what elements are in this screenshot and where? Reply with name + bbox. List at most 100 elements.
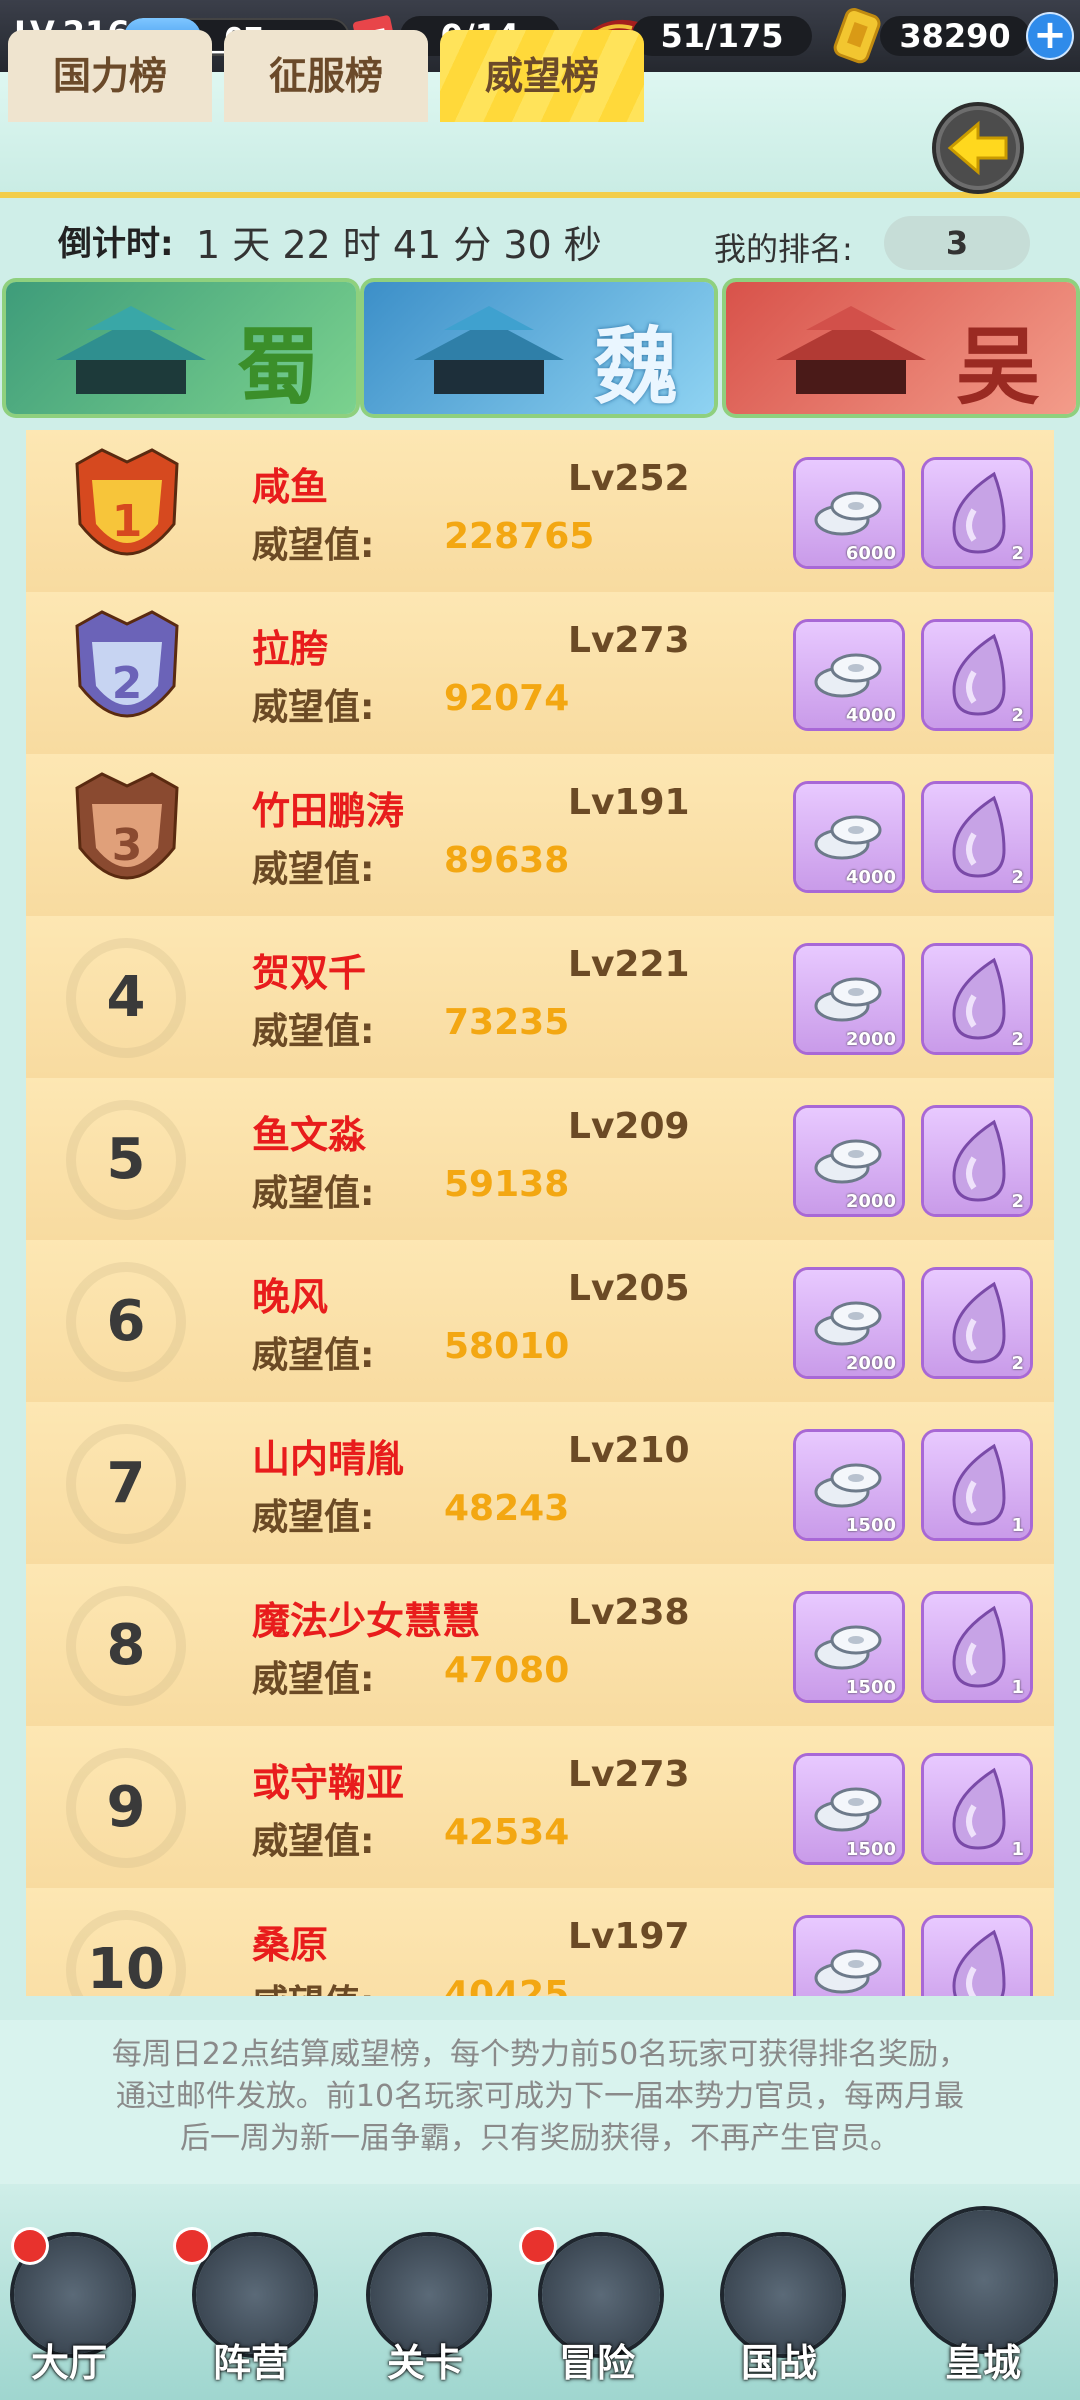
player-name[interactable]: 山内晴胤 bbox=[252, 1428, 404, 1483]
leaderboard-row[interactable]: 9 或守鞠亚 Lv273 威望值: 42534 1500 1 bbox=[26, 1726, 1054, 1890]
reward-essence[interactable]: 2 bbox=[924, 784, 1030, 890]
reward-essence-count: 1 bbox=[1011, 1677, 1024, 1698]
reward-silver[interactable]: 2000 bbox=[796, 1108, 902, 1214]
arrow-left-icon bbox=[947, 120, 1008, 176]
leaderboard-row[interactable]: 8 魔法少女慧慧 Lv238 威望值: 47080 1500 1 bbox=[26, 1564, 1054, 1728]
player-name[interactable]: 贺双千 bbox=[252, 942, 366, 997]
leaderboard-row[interactable]: 7 山内晴胤 Lv210 威望值: 48243 1500 1 bbox=[26, 1402, 1054, 1566]
player-name[interactable]: 魔法少女慧慧 bbox=[252, 1590, 480, 1645]
tab-national-power[interactable]: 国力榜 bbox=[8, 30, 212, 122]
prestige-label: 威望值: bbox=[252, 687, 375, 728]
player-level: Lv191 bbox=[568, 782, 690, 823]
nav-stage[interactable]: 关卡 bbox=[350, 2236, 500, 2400]
leaderboard-list[interactable]: 1 咸鱼 Lv252 威望值: 228765 6000 2 2 拉胯 Lv273… bbox=[26, 430, 1054, 1996]
reward-essence-count: 1 bbox=[1011, 1515, 1024, 1536]
player-name[interactable]: 竹田鹏涛 bbox=[252, 780, 404, 835]
player-level: Lv210 bbox=[568, 1430, 690, 1471]
rank-number: 3 bbox=[112, 820, 143, 871]
nav-adventure-label: 冒险 bbox=[558, 2341, 635, 2385]
reward-essence-count: 2 bbox=[1011, 1029, 1024, 1050]
reward-essence[interactable] bbox=[924, 1918, 1030, 1996]
reward-silver-count: 2000 bbox=[845, 1353, 896, 1374]
prestige-value: 92074 bbox=[444, 678, 570, 719]
nav-imperial-city-label: 皇城 bbox=[944, 2341, 1021, 2385]
rank-number: 10 bbox=[66, 1910, 186, 1996]
reward-silver-count: 6000 bbox=[845, 543, 896, 564]
reward-silver[interactable]: 1500 bbox=[796, 1756, 902, 1862]
faction-wu-card[interactable]: 吴 bbox=[726, 282, 1076, 414]
prestige-label: 威望值: bbox=[252, 1974, 374, 1996]
prestige-label: 威望值: bbox=[252, 525, 375, 566]
purple-drop-icon bbox=[952, 1929, 1006, 1996]
leaderboard-row[interactable]: 10 桑原 Lv197 威望值: 40425 bbox=[26, 1888, 1054, 1996]
nav-camp[interactable]: 阵营 bbox=[176, 2230, 326, 2400]
leaderboard-row[interactable]: 3 竹田鹏涛 Lv191 威望值: 89638 4000 2 bbox=[26, 754, 1054, 918]
purple-drop-icon bbox=[952, 1443, 1006, 1526]
leaderboard-row[interactable]: 5 鱼文淼 Lv209 威望值: 59138 2000 2 bbox=[26, 1078, 1054, 1242]
nav-national-war[interactable]: 国战 bbox=[704, 2236, 854, 2400]
reward-silver[interactable]: 1500 bbox=[796, 1594, 902, 1700]
purple-drop-icon bbox=[952, 1281, 1006, 1364]
prestige-value: 40425 bbox=[444, 1974, 570, 1996]
back-button[interactable] bbox=[936, 106, 1020, 190]
player-level: Lv197 bbox=[568, 1916, 690, 1957]
reward-silver-count: 1500 bbox=[845, 1839, 896, 1860]
purple-drop-icon bbox=[952, 633, 1006, 716]
reward-essence-count: 2 bbox=[1011, 705, 1024, 726]
prestige-value: 228765 bbox=[444, 516, 595, 557]
reward-silver[interactable]: 4000 bbox=[796, 784, 902, 890]
nav-imperial-city[interactable]: 皇城 bbox=[908, 2210, 1058, 2400]
reward-silver[interactable]: 2000 bbox=[796, 1270, 902, 1376]
leaderboard-row[interactable]: 1 咸鱼 Lv252 威望值: 228765 6000 2 bbox=[26, 430, 1054, 594]
player-name[interactable]: 咸鱼 bbox=[252, 456, 328, 511]
reward-silver[interactable]: 2000 bbox=[796, 946, 902, 1052]
prestige-label: 威望值: bbox=[252, 1011, 375, 1052]
reward-essence[interactable]: 1 bbox=[924, 1594, 1030, 1700]
tab-conquest[interactable]: 征服榜 bbox=[224, 30, 428, 122]
reward-silver-count: 2000 bbox=[845, 1191, 896, 1212]
leaderboard-row[interactable]: 4 贺双千 Lv221 威望值: 73235 2000 2 bbox=[26, 916, 1054, 1080]
nav-lobby-label: 大厅 bbox=[30, 2341, 107, 2385]
silver-coins-icon bbox=[814, 1949, 882, 1994]
reward-essence[interactable]: 1 bbox=[924, 1756, 1030, 1862]
reward-essence-count: 2 bbox=[1011, 867, 1024, 888]
reward-essence[interactable]: 2 bbox=[924, 1270, 1030, 1376]
faction-wu-label: 吴 bbox=[955, 318, 1040, 414]
reward-silver-count: 1500 bbox=[845, 1677, 896, 1698]
palace-icon bbox=[914, 2210, 1054, 2350]
player-name[interactable]: 拉胯 bbox=[252, 618, 328, 673]
reward-silver[interactable]: 6000 bbox=[796, 460, 902, 566]
player-name[interactable]: 或守鞠亚 bbox=[252, 1752, 404, 1807]
player-level: Lv221 bbox=[568, 944, 690, 985]
player-name[interactable]: 晚风 bbox=[252, 1266, 328, 1321]
reward-silver[interactable]: 1500 bbox=[796, 1432, 902, 1538]
player-name[interactable]: 鱼文淼 bbox=[252, 1104, 366, 1159]
reward-silver[interactable] bbox=[796, 1918, 902, 1996]
player-name[interactable]: 桑原 bbox=[252, 1914, 328, 1969]
notification-dot bbox=[176, 2230, 208, 2262]
purple-drop-icon bbox=[952, 957, 1006, 1040]
purple-drop-icon bbox=[952, 1119, 1006, 1202]
purple-drop-icon bbox=[952, 471, 1006, 554]
countdown-label: 倒计时: bbox=[58, 224, 174, 264]
nav-adventure[interactable]: 冒险 bbox=[522, 2230, 672, 2400]
leaderboard-row[interactable]: 6 晚风 Lv205 威望值: 58010 2000 2 bbox=[26, 1240, 1054, 1404]
reward-essence[interactable]: 2 bbox=[924, 946, 1030, 1052]
reward-silver[interactable]: 4000 bbox=[796, 622, 902, 728]
leaderboard-row[interactable]: 2 拉胯 Lv273 威望值: 92074 4000 2 bbox=[26, 592, 1054, 756]
tab-underline bbox=[0, 192, 1080, 198]
tab-prestige[interactable]: 威望榜 bbox=[440, 30, 644, 122]
add-gold-button[interactable]: + bbox=[1028, 14, 1072, 58]
nav-lobby[interactable]: 大厅 bbox=[0, 2230, 144, 2400]
reward-essence[interactable]: 2 bbox=[924, 622, 1030, 728]
castle-icon bbox=[56, 306, 206, 394]
faction-wei-card[interactable]: 魏 bbox=[364, 282, 714, 414]
reward-essence[interactable]: 2 bbox=[924, 460, 1030, 566]
faction-shu-card[interactable]: 蜀 bbox=[6, 282, 356, 414]
reward-essence-count: 2 bbox=[1011, 1353, 1024, 1374]
prestige-label: 威望值: bbox=[252, 1335, 375, 1376]
reward-essence[interactable]: 2 bbox=[924, 1108, 1030, 1214]
prestige-value: 73235 bbox=[444, 1002, 570, 1043]
reward-essence[interactable]: 1 bbox=[924, 1432, 1030, 1538]
castle-icon bbox=[414, 306, 564, 394]
